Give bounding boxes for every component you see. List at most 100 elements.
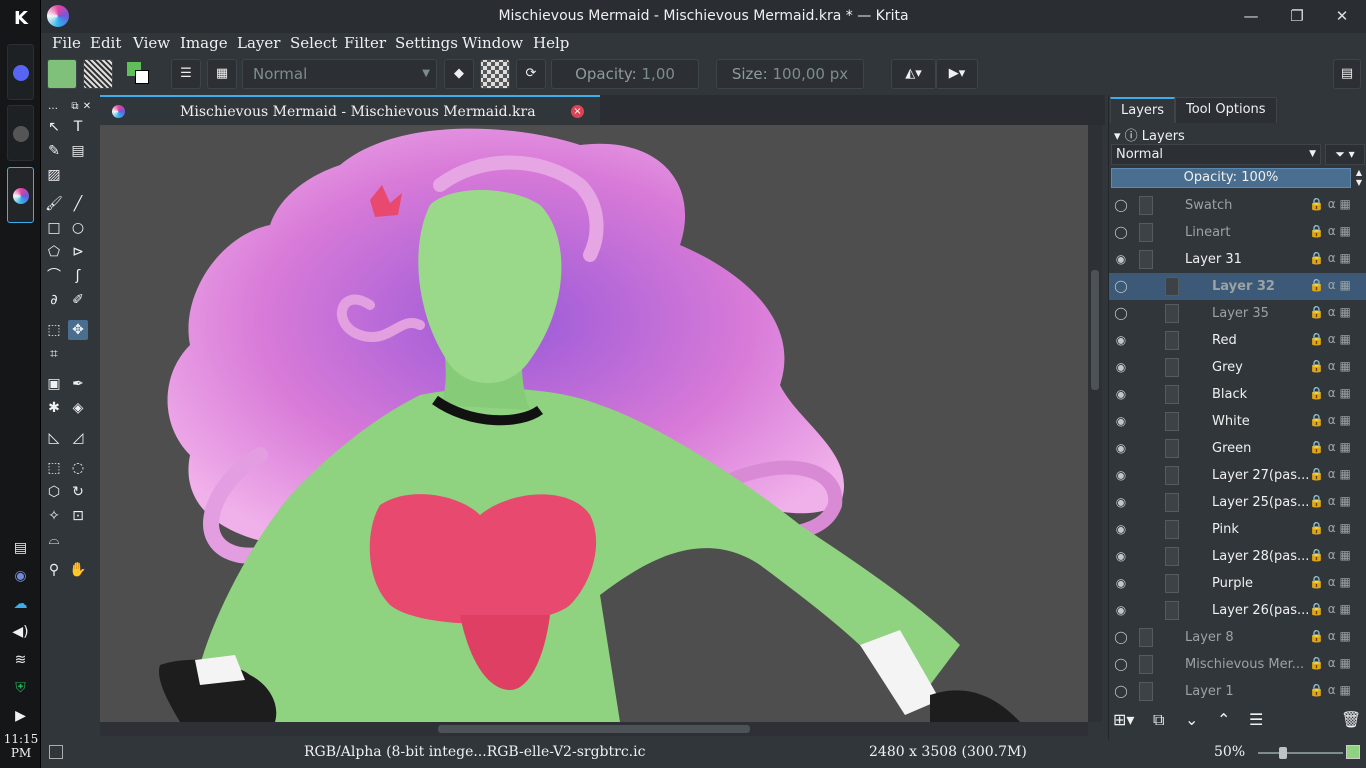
layer-row[interactable]: ◯ Lineart 🔒 α ▦ bbox=[1109, 219, 1366, 246]
rectangle-tool-icon[interactable]: □ bbox=[44, 218, 64, 238]
crop-tool-icon[interactable]: ⌗ bbox=[44, 344, 64, 364]
fill-tool-icon[interactable]: ◈ bbox=[68, 398, 88, 418]
kde-launcher-icon[interactable]: K bbox=[9, 8, 33, 32]
eye-hidden-icon[interactable]: ◯ bbox=[1113, 305, 1129, 321]
vertical-scrollbar[interactable] bbox=[1088, 125, 1102, 722]
eye-visible-icon[interactable]: ◉ bbox=[1113, 413, 1129, 429]
wifi-icon[interactable]: ≋ bbox=[10, 652, 31, 670]
layer-lock-alpha-icons[interactable]: 🔒 α ▦ bbox=[1309, 413, 1365, 427]
text-tool-icon[interactable]: T bbox=[68, 117, 88, 137]
mirror-vertical-icon[interactable]: ▶▾ bbox=[936, 59, 978, 89]
gradient-tool-icon[interactable]: ▣ bbox=[44, 374, 64, 394]
layer-row[interactable]: ◯ Layer 35 🔒 α ▦ bbox=[1109, 300, 1366, 327]
horizontal-scrollbar[interactable] bbox=[100, 722, 1088, 736]
eye-visible-icon[interactable]: ◉ bbox=[1113, 359, 1129, 375]
calligraphy-tool-icon[interactable]: ▤ bbox=[68, 141, 88, 161]
layer-lock-alpha-icons[interactable]: 🔒 α ▦ bbox=[1309, 386, 1365, 400]
menu-settings[interactable]: Settings bbox=[395, 34, 458, 52]
bezier-tool-icon[interactable]: ⌒ bbox=[44, 266, 64, 286]
layer-lock-alpha-icons[interactable]: 🔒 α ▦ bbox=[1309, 251, 1365, 265]
ellipse-tool-icon[interactable]: ○ bbox=[68, 218, 88, 238]
layer-row[interactable]: ◉ Pink 🔒 α ▦ bbox=[1109, 516, 1366, 543]
select-shapes-tool-icon[interactable]: ↖ bbox=[44, 117, 64, 137]
opacity-spin-icon[interactable]: ▲ ▼ bbox=[1353, 168, 1365, 188]
pattern-preset-button[interactable] bbox=[83, 59, 113, 89]
pan-tool-icon[interactable]: ✋ bbox=[68, 560, 88, 580]
eye-visible-icon[interactable]: ◉ bbox=[1113, 494, 1129, 510]
add-layer-icon[interactable]: ⊞▾ bbox=[1113, 710, 1134, 729]
layer-row[interactable]: ◯ Swatch 🔒 α ▦ bbox=[1109, 192, 1366, 219]
canvas[interactable] bbox=[100, 125, 1088, 722]
layer-lock-alpha-icons[interactable]: 🔒 α ▦ bbox=[1309, 602, 1365, 616]
layer-row[interactable]: ◯ Layer 32 🔒 α ▦ bbox=[1109, 273, 1366, 300]
layer-row[interactable]: ◉ Layer 26(pas... 🔒 α ▦ bbox=[1109, 597, 1366, 624]
menu-select[interactable]: Select bbox=[290, 34, 337, 52]
polyline-tool-icon[interactable]: ⊳ bbox=[68, 242, 88, 262]
clock[interactable]: 11:15 PM bbox=[2, 732, 40, 760]
zoom-slider-handle[interactable] bbox=[1279, 747, 1287, 759]
eye-visible-icon[interactable]: ◉ bbox=[1113, 575, 1129, 591]
close-icon[interactable]: ✕ bbox=[77, 97, 97, 117]
color-picker-tool-icon[interactable]: ✒ bbox=[68, 374, 88, 394]
layer-row[interactable]: ◉ Layer 25(pas... 🔒 α ▦ bbox=[1109, 489, 1366, 516]
eye-visible-icon[interactable]: ◉ bbox=[1113, 440, 1129, 456]
eye-visible-icon[interactable]: ◉ bbox=[1113, 251, 1129, 267]
layer-lock-alpha-icons[interactable]: 🔒 α ▦ bbox=[1309, 629, 1365, 643]
volume-icon[interactable]: ◀) bbox=[10, 624, 31, 642]
tab-layers[interactable]: Layers bbox=[1110, 97, 1176, 123]
freehand-select-tool-icon[interactable]: ↻ bbox=[68, 482, 88, 502]
layer-row[interactable]: ◉ Grey 🔒 α ▦ bbox=[1109, 354, 1366, 381]
discord-tray-icon[interactable]: ◉ bbox=[10, 568, 31, 586]
layer-lock-alpha-icons[interactable]: 🔒 α ▦ bbox=[1309, 440, 1365, 454]
layer-properties-icon[interactable]: ☰ bbox=[1249, 710, 1263, 729]
clipboard-icon[interactable]: ▤ bbox=[10, 540, 31, 558]
polygon-tool-icon[interactable]: ⬠ bbox=[44, 242, 64, 262]
menu-view[interactable]: View bbox=[133, 34, 170, 52]
eye-visible-icon[interactable]: ◉ bbox=[1113, 467, 1129, 483]
rect-select-tool-icon[interactable]: ⬚ bbox=[44, 458, 64, 478]
minimize-button[interactable]: — bbox=[1241, 6, 1261, 26]
eye-hidden-icon[interactable]: ◯ bbox=[1113, 683, 1129, 699]
layer-row[interactable]: ◉ Black 🔒 α ▦ bbox=[1109, 381, 1366, 408]
layer-row[interactable]: ◉ Green 🔒 α ▦ bbox=[1109, 435, 1366, 462]
cloud-sync-icon[interactable]: ☁ bbox=[10, 596, 31, 614]
eye-visible-icon[interactable]: ◉ bbox=[1113, 602, 1129, 618]
polygon-select-tool-icon[interactable]: ⬡ bbox=[44, 482, 64, 502]
layer-row[interactable]: ◯ Layer 8 🔒 α ▦ bbox=[1109, 624, 1366, 651]
menu-file[interactable]: File bbox=[52, 34, 81, 52]
menu-help[interactable]: Help bbox=[533, 34, 569, 52]
menu-window[interactable]: Window bbox=[462, 34, 523, 52]
color-profile-label[interactable]: RGB/Alpha (8-bit intege...RGB-elle-V2-sr… bbox=[304, 744, 645, 760]
close-button[interactable]: ✕ bbox=[1332, 6, 1352, 26]
assistant-tool-icon[interactable]: ◺ bbox=[44, 428, 64, 448]
opacity-slider[interactable]: Opacity: 1,00 bbox=[551, 59, 699, 89]
eye-visible-icon[interactable]: ◉ bbox=[1113, 386, 1129, 402]
eye-hidden-icon[interactable]: ◯ bbox=[1113, 278, 1129, 294]
eye-visible-icon[interactable]: ◉ bbox=[1113, 332, 1129, 348]
layer-lock-alpha-icons[interactable]: 🔒 α ▦ bbox=[1309, 359, 1365, 373]
eye-hidden-icon[interactable]: ◯ bbox=[1113, 197, 1129, 213]
layer-lock-alpha-icons[interactable]: 🔒 α ▦ bbox=[1309, 656, 1365, 670]
layer-row[interactable]: ◉ Layer 28(pas... 🔒 α ▦ bbox=[1109, 543, 1366, 570]
measure-tool-icon[interactable]: ◿ bbox=[68, 428, 88, 448]
background-color-swatch[interactable] bbox=[135, 70, 149, 84]
gradient-preset-button[interactable] bbox=[47, 59, 77, 89]
taskbar-discord-app[interactable] bbox=[7, 44, 34, 100]
duplicate-layer-icon[interactable]: ⧉ bbox=[1153, 710, 1164, 730]
toolbox-menu-icon[interactable]: … bbox=[43, 97, 63, 117]
layer-row[interactable]: ◯ Layer 1 🔒 α ▦ bbox=[1109, 678, 1366, 705]
eye-visible-icon[interactable]: ◉ bbox=[1113, 521, 1129, 537]
pattern-editing-tool-icon[interactable]: ▨ bbox=[44, 165, 64, 185]
move-layer-down-icon[interactable]: ⌄ bbox=[1185, 710, 1198, 729]
dynamic-brush-tool-icon[interactable]: ∂ bbox=[44, 290, 64, 310]
preserve-alpha-icon[interactable] bbox=[480, 59, 510, 89]
layer-row[interactable]: ◯ Mischievous Mer... 🔒 α ▦ bbox=[1109, 651, 1366, 678]
eraser-mode-icon[interactable]: ◆ bbox=[444, 59, 474, 89]
layer-lock-alpha-icons[interactable]: 🔒 α ▦ bbox=[1309, 278, 1365, 292]
layer-lock-alpha-icons[interactable]: 🔒 α ▦ bbox=[1309, 683, 1365, 697]
layer-row[interactable]: ◉ Layer 27(pas... 🔒 α ▦ bbox=[1109, 462, 1366, 489]
ellipse-select-tool-icon[interactable]: ◌ bbox=[68, 458, 88, 478]
image-dimensions-label[interactable]: 2480 x 3508 (300.7M) bbox=[869, 744, 1027, 760]
freehand-brush-tool-icon[interactable]: 🖌 bbox=[44, 194, 64, 214]
layer-lock-alpha-icons[interactable]: 🔒 α ▦ bbox=[1309, 548, 1365, 562]
